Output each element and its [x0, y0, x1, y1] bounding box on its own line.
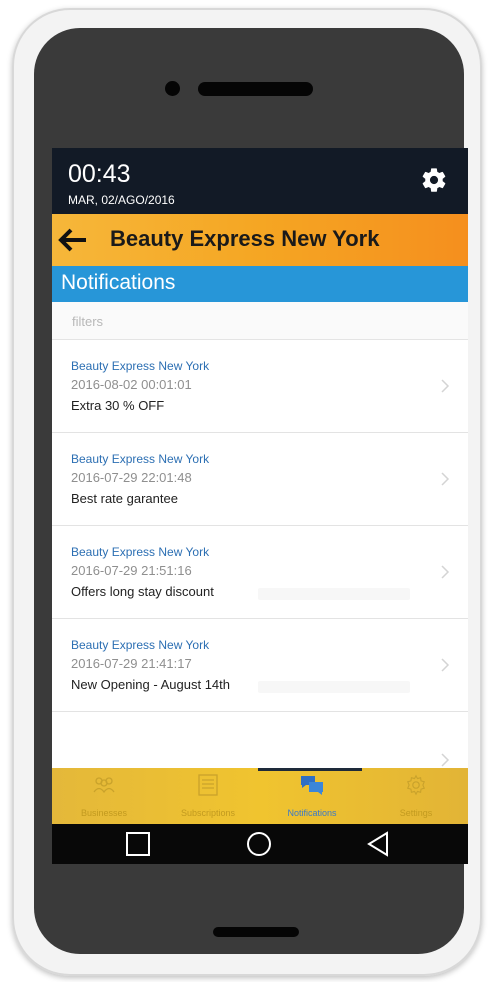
app-title: Beauty Express New York	[110, 226, 380, 251]
back-arrow-icon[interactable]	[58, 226, 88, 254]
notification-message: Best rate garantee	[71, 491, 178, 506]
notification-item[interactable]: Beauty Express New York 2016-07-29 22:01…	[52, 433, 468, 526]
redacted-area	[258, 588, 410, 600]
app-bar: Beauty Express New York	[52, 214, 468, 266]
clock-time: 00:43	[68, 160, 131, 188]
back-triangle-icon[interactable]	[365, 831, 393, 857]
notification-timestamp: 2016-07-29 22:01:48	[71, 470, 192, 485]
gear-icon	[406, 774, 426, 796]
screen: 00:43 MAR, 02/AGO/2016 Beauty Express Ne…	[52, 148, 468, 864]
tab-businesses[interactable]: Businesses	[52, 768, 156, 824]
notification-timestamp: 2016-08-02 00:01:01	[71, 377, 192, 392]
tab-label: Businesses	[80, 808, 128, 818]
filters-input[interactable]: filters	[52, 302, 468, 340]
tab-settings[interactable]: Settings	[364, 768, 468, 824]
chat-icon	[301, 776, 323, 795]
chevron-right-icon	[441, 658, 450, 672]
bottom-nav: Businesses Subscriptions Notifications S…	[52, 768, 468, 824]
chevron-right-icon	[441, 753, 450, 767]
notification-message: Extra 30 % OFF	[71, 398, 165, 413]
notification-item[interactable]: Beauty Express New York 2016-08-02 00:01…	[52, 340, 468, 433]
tab-notifications[interactable]: Notifications	[260, 768, 364, 824]
tab-label: Subscriptions	[180, 808, 236, 818]
camera-icon	[165, 81, 180, 96]
notification-item[interactable]	[52, 712, 468, 768]
system-nav-bar	[52, 824, 468, 864]
notification-timestamp: 2016-07-29 21:51:16	[71, 563, 192, 578]
gear-icon[interactable]	[420, 166, 448, 194]
notification-business: Beauty Express New York	[71, 545, 210, 559]
notification-timestamp: 2016-07-29 21:41:17	[71, 656, 192, 671]
recents-square-icon[interactable]	[124, 831, 152, 857]
notification-business: Beauty Express New York	[71, 359, 210, 373]
status-bar: 00:43 MAR, 02/AGO/2016	[52, 148, 468, 214]
clock-date: MAR, 02/AGO/2016	[68, 193, 175, 207]
notification-item[interactable]: Beauty Express New York 2016-07-29 21:51…	[52, 526, 468, 619]
home-indicator	[213, 927, 299, 937]
notification-item[interactable]: Beauty Express New York 2016-07-29 21:41…	[52, 619, 468, 712]
notification-list: filters Beauty Express New York 2016-08-…	[52, 302, 468, 768]
list-icon	[198, 774, 218, 796]
tab-subscriptions[interactable]: Subscriptions	[156, 768, 260, 824]
people-icon	[93, 777, 115, 794]
tab-label: Notifications	[287, 808, 337, 818]
section-title: Notifications	[61, 271, 176, 294]
chevron-right-icon	[441, 472, 450, 486]
speaker-grille	[198, 82, 313, 96]
home-circle-icon[interactable]	[245, 831, 273, 857]
chevron-right-icon	[441, 565, 450, 579]
tab-label: Settings	[399, 808, 433, 818]
section-header: Notifications	[52, 266, 468, 302]
redacted-area	[258, 681, 410, 693]
chevron-right-icon	[441, 379, 450, 393]
notification-business: Beauty Express New York	[71, 638, 210, 652]
notification-business: Beauty Express New York	[71, 452, 210, 466]
